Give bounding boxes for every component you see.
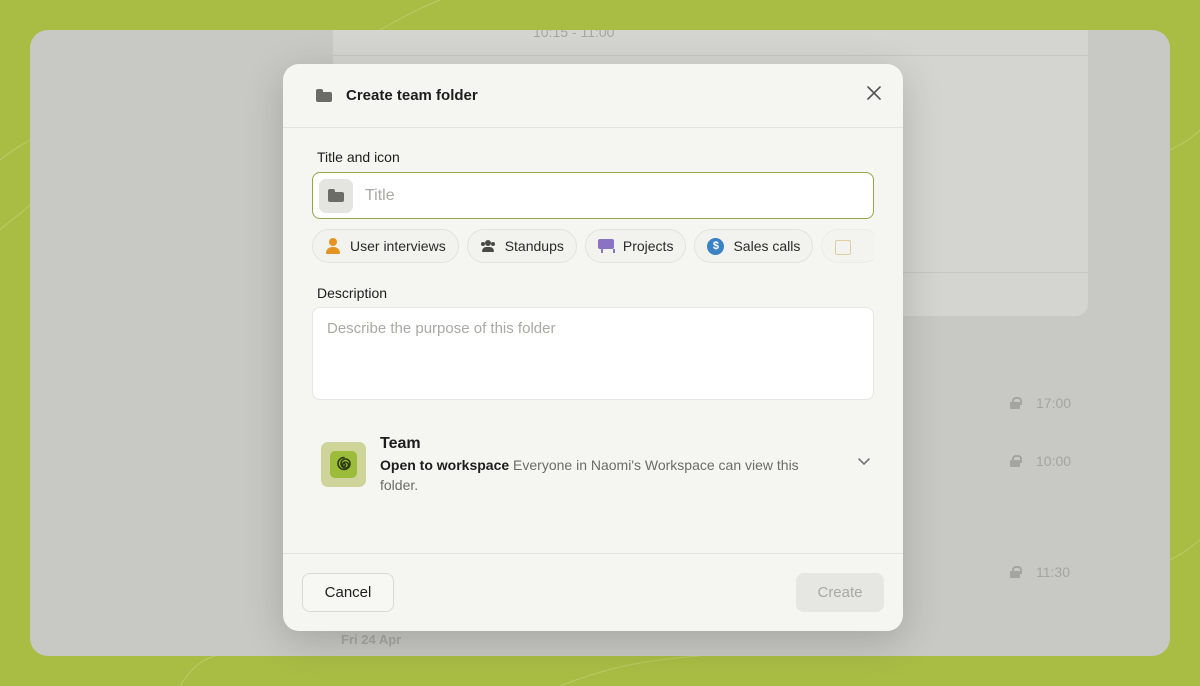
template-chip-standups[interactable]: Standups [466,229,577,263]
background-time: 17:00 [1036,395,1072,411]
create-team-folder-dialog: Create team folder Title and icon User i… [283,64,903,631]
dialog-header: Create team folder [283,64,903,128]
background-time-range: 10:15 - 11:00 [533,30,615,40]
title-field [312,172,874,219]
background-time: 10:00 [1036,453,1072,469]
close-button[interactable] [863,82,885,104]
close-icon [867,86,881,100]
team-info: Team Open to workspace Everyone in Naomi… [380,434,830,495]
template-chip-sales-calls[interactable]: $ Sales calls [694,229,814,263]
description-input[interactable] [312,307,874,400]
chip-label: User interviews [350,238,446,254]
folder-icon [316,89,332,102]
chip-label: Standups [504,238,564,254]
template-chip-more[interactable] [821,229,874,263]
spiral-icon [336,456,351,470]
template-chip-projects[interactable]: Projects [584,229,687,263]
team-access-selector[interactable]: Team Open to workspace Everyone in Naomi… [321,434,871,498]
team-avatar [321,442,366,487]
icon-picker-button[interactable] [319,178,353,213]
chip-label: Sales calls [733,238,801,254]
access-level: Open to workspace [380,457,510,473]
dollar-icon: $ [707,237,725,255]
background-row-1: 17:00 [1010,395,1071,411]
people-icon [480,238,496,254]
team-access-description: Open to workspace Everyone in Naomi's Wo… [380,455,830,495]
folder-icon [328,189,344,202]
team-name: Team [380,435,421,452]
lock-icon [1010,397,1022,409]
template-chips: User interviews Standups Projects $ Sale… [312,229,874,263]
description-label: Description [317,285,388,301]
background-time: 11:30 [1036,564,1070,580]
dialog-footer: Cancel Create [283,553,903,631]
title-section-label: Title and icon [317,149,400,165]
title-input[interactable] [365,186,873,205]
lock-icon [1010,455,1022,467]
chevron-down-icon [858,458,870,465]
create-button[interactable]: Create [796,573,884,612]
lock-icon [1010,566,1022,578]
user-icon [325,238,341,254]
calendar-icon [834,238,852,255]
background-date: Fri 24 Apr [341,632,402,647]
dialog-title: Create team folder [346,87,478,104]
background-row-3: 11:30 [1010,564,1070,580]
template-chip-user-interviews[interactable]: User interviews [312,229,459,263]
cancel-button[interactable]: Cancel [302,573,394,612]
background-row-2: 10:00 [1010,453,1071,469]
presentation-board-icon [597,238,615,254]
chip-label: Projects [622,238,674,254]
